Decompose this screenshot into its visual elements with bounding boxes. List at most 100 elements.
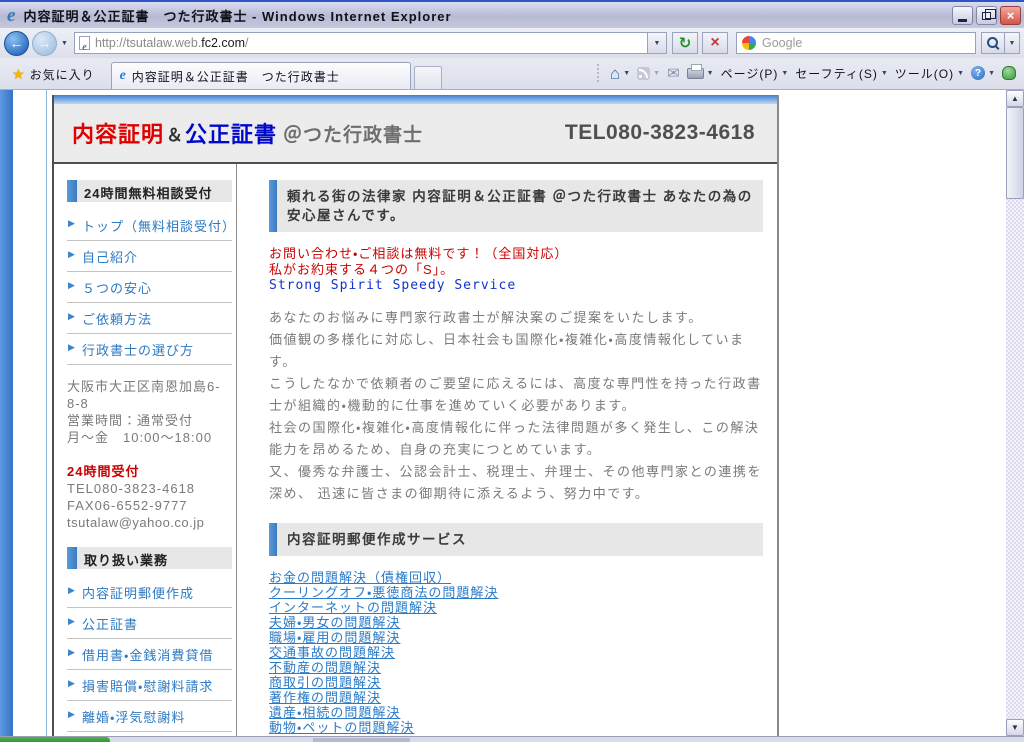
menu-arrow-icon: ▶ (68, 280, 76, 291)
chevron-down-icon: ▼ (988, 70, 995, 77)
close-icon: × (1007, 8, 1015, 23)
menu-arrow-icon: ▶ (68, 218, 76, 229)
site-title-blue: 公正証書 (185, 117, 277, 149)
address-input[interactable]: e http://tsutalaw.web.fc2.com/ (74, 32, 648, 54)
search-dropdown-button[interactable]: ▼ (1005, 32, 1020, 54)
home-button[interactable]: ⌂▼ (610, 65, 630, 82)
history-dropdown[interactable]: ▼ (61, 40, 68, 47)
link-cooling-off[interactable]: クーリングオフ・悪徳商法の問題解決 (269, 585, 498, 600)
restore-button[interactable] (976, 6, 997, 25)
stop-button[interactable]: × (702, 32, 728, 54)
link-couples[interactable]: 夫婦・男女の問題解決 (269, 615, 400, 630)
sidebar-item-naiyoshomei[interactable]: ▶内容証明郵便作成 (67, 577, 232, 608)
sidebar-section-header-1: 24時間無料相談受付 (67, 180, 232, 202)
star-icon: ★ (12, 67, 25, 81)
scroll-down-button[interactable]: ▼ (1006, 719, 1024, 736)
url-text[interactable]: http://tsutalaw.web.fc2.com/ (95, 36, 249, 50)
home-icon: ⌂ (610, 65, 620, 82)
link-money-problems[interactable]: お金の問題解決（債権回収） (269, 570, 451, 585)
blue-bar-icon (269, 180, 277, 232)
feeds-button[interactable]: ▼ (637, 67, 660, 80)
favorites-label: お気に入り (30, 66, 95, 83)
sidebar-item-loan[interactable]: ▶借用書・金銭消費貸借 (67, 639, 232, 670)
chevron-down-icon: ▼ (623, 70, 630, 77)
link-inheritance[interactable]: 遺産・相続の問題解決 (269, 705, 400, 720)
header-telephone: TEL080-3823-4618 (565, 121, 755, 145)
site-header: 内容証明 ＆ 公正証書 ＠つた行政書士 TEL080-3823-4618 (54, 104, 777, 164)
page-divider-line (46, 90, 47, 736)
back-button[interactable]: ← (4, 31, 29, 56)
link-copyright[interactable]: 著作権の問題解決 (269, 690, 381, 705)
search-icon (986, 36, 1000, 50)
mail-button[interactable]: ✉ (667, 66, 680, 81)
taskbar-button-edge[interactable] (313, 738, 410, 742)
forward-button[interactable]: → (32, 31, 57, 56)
page-viewport: 内容証明 ＆ 公正証書 ＠つた行政書士 TEL080-3823-4618 24時… (0, 90, 1006, 736)
refresh-button[interactable]: ↻ (672, 32, 698, 54)
command-bar: ⌂▼ ▼ ✉ ▼ ページ(P)▼ セーフティ(S)▼ ツール(O)▼ ?▼ (597, 57, 1024, 89)
sidebar-item-damages[interactable]: ▶損害賠償・慰謝料請求 (67, 670, 232, 701)
link-pets[interactable]: 動物・ペットの問題解決 (269, 720, 414, 735)
link-real-estate[interactable]: 不動産の問題解決 (269, 660, 381, 675)
blue-bar-icon (269, 523, 277, 556)
stop-icon: × (710, 34, 719, 52)
link-commerce[interactable]: 商取引の問題解決 (269, 675, 381, 690)
tab-active[interactable]: e 内容証明＆公正証書 つた行政書士 (111, 62, 411, 89)
refresh-icon: ↻ (679, 34, 692, 52)
sidebar-item-divorce[interactable]: ▶離婚・浮気慰謝料 (67, 701, 232, 732)
sidebar-item-top[interactable]: ▶トップ（無料相談受付） (67, 210, 232, 241)
menu-arrow-icon: ▶ (68, 647, 76, 658)
paragraph: あなたのお悩みに専門家行政書士が解決案のご提案をいたします。 (269, 307, 763, 329)
scrollbar-thumb[interactable] (1006, 107, 1024, 199)
favorites-button[interactable]: ★ お気に入り (0, 61, 105, 87)
service-header-text: 内容証明郵便作成サービス (277, 523, 477, 556)
sidebar-item-how-to-request[interactable]: ▶ご依頼方法 (67, 303, 232, 334)
notice-block: お問い合わせ・ご相談は無料です！（全国対応） 私がお約束する４つの「S」。 St… (269, 246, 763, 294)
slogan-line: Strong Spirit Speedy Service (269, 278, 763, 294)
chevron-down-icon: ▼ (781, 70, 788, 77)
main-content: 頼れる街の法律家 内容証明＆公正証書 ＠つた行政書士 あなたの為の安心屋さんです… (237, 164, 777, 736)
menu-arrow-icon: ▶ (68, 678, 76, 689)
paragraph: 又、優秀な弁護士、公認会計士、税理士、弁理士、その他専門家との連携を深め、 迅速… (269, 461, 763, 505)
tab-bar: ★ お気に入り e 内容証明＆公正証書 つた行政書士 ⌂▼ ▼ ✉ ▼ ページ(… (0, 58, 1024, 90)
chevron-down-icon: ▼ (881, 70, 888, 77)
start-button-edge[interactable] (0, 737, 110, 742)
notice-line-2: 私がお約束する４つの「S」。 (269, 262, 763, 278)
search-placeholder: Google (762, 36, 802, 50)
minimize-button[interactable] (952, 6, 973, 25)
new-tab-button[interactable] (414, 66, 442, 89)
link-workplace[interactable]: 職場・雇用の問題解決 (269, 630, 400, 645)
chevron-down-icon: ▼ (957, 70, 964, 77)
address-toolbar: ← → ▼ e http://tsutalaw.web.fc2.com/ ▼ ↻… (0, 28, 1024, 58)
paragraph: 価値観の多様化に対応し、日本社会も国際化・複雑化・高度情報化しています。 (269, 329, 763, 373)
vertical-scrollbar[interactable]: ▲ ▼ (1006, 90, 1024, 736)
contact-email: tsutalaw@yahoo.co.jp (67, 514, 232, 531)
sidebar-item-koseishosho[interactable]: ▶公正証書 (67, 608, 232, 639)
sidebar-menu-1: ▶トップ（無料相談受付） ▶自己紹介 ▶５つの安心 ▶ご依頼方法 ▶行政書士の選… (67, 210, 232, 365)
address-dropdown-button[interactable]: ▼ (648, 32, 667, 54)
link-internet[interactable]: インターネットの問題解決 (269, 600, 437, 615)
print-button[interactable]: ▼ (687, 68, 714, 79)
search-input[interactable]: Google (736, 32, 976, 54)
link-traffic-accident[interactable]: 交通事故の問題解決 (269, 645, 395, 660)
contact-fax: FAX06-6552-9777 (67, 497, 232, 514)
help-button[interactable]: ?▼ (971, 66, 995, 80)
tools-menu-button[interactable]: ツール(O)▼ (895, 65, 964, 82)
safety-menu-button[interactable]: セーフティ(S)▼ (795, 65, 888, 82)
close-button[interactable]: × (1000, 6, 1021, 25)
chevron-down-icon: ▼ (653, 70, 660, 77)
window-titlebar[interactable]: e 内容証明＆公正証書 つた行政書士 - Windows Internet Ex… (0, 0, 1024, 28)
sidebar-item-five-assurances[interactable]: ▶５つの安心 (67, 272, 232, 303)
page-menu-button[interactable]: ページ(P)▼ (721, 65, 789, 82)
arrow-up-icon: ▲ (1011, 94, 1019, 103)
restore-icon (982, 12, 991, 20)
sidebar-item-choosing[interactable]: ▶行政書士の選び方 (67, 334, 232, 365)
sidebar-item-profile[interactable]: ▶自己紹介 (67, 241, 232, 272)
menu-arrow-icon: ▶ (68, 342, 76, 353)
rss-icon (637, 67, 650, 80)
scroll-up-button[interactable]: ▲ (1006, 90, 1024, 107)
menu-arrow-icon: ▶ (68, 249, 76, 260)
search-button[interactable] (981, 32, 1005, 54)
messenger-button[interactable] (1002, 66, 1016, 80)
page-top-bar (54, 95, 777, 104)
